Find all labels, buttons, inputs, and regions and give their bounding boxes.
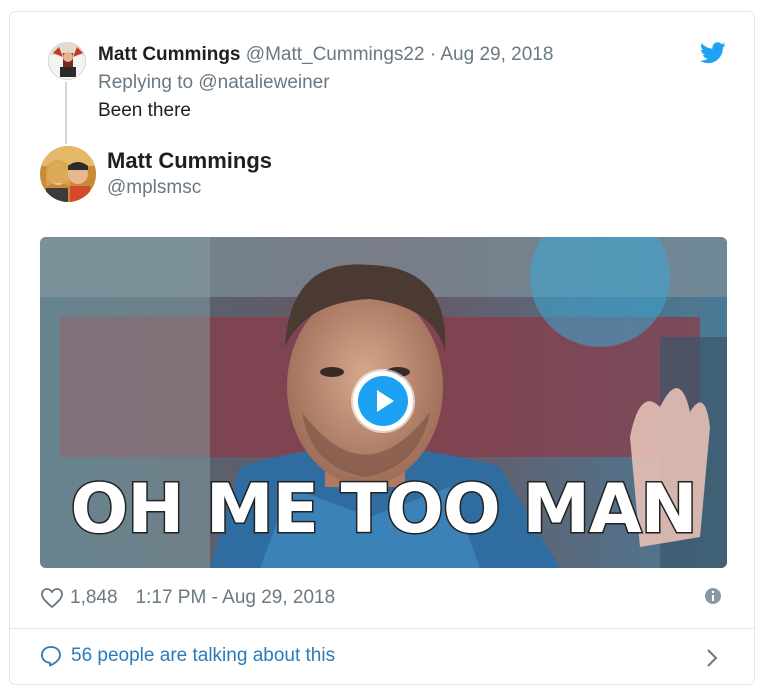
main-author-name[interactable]: Matt Cummings (107, 148, 272, 174)
meta-separator: · (429, 44, 437, 65)
like-count[interactable]: 1,848 (70, 587, 118, 609)
info-icon[interactable] (704, 587, 722, 605)
speech-bubble-icon (41, 646, 61, 667)
conversation-label[interactable]: 56 people are talking about this (71, 645, 335, 667)
play-button-circle (358, 376, 408, 426)
tweet-timestamp[interactable]: 1:17 PM - Aug 29, 2018 (136, 587, 336, 609)
twitter-bird-icon[interactable] (700, 42, 726, 64)
parent-tweet-date[interactable]: Aug 29, 2018 (440, 44, 553, 65)
parent-author-name[interactable]: Matt Cummings (98, 44, 241, 65)
parent-author-handle[interactable]: @Matt_Cummings22 (246, 44, 425, 65)
main-author-avatar[interactable] (40, 146, 96, 202)
parent-author-avatar[interactable] (48, 42, 86, 80)
main-author-handle[interactable]: @mplsmsc (107, 177, 201, 199)
chevron-right-icon[interactable] (704, 647, 720, 669)
parent-tweet-header: Matt Cummings @Matt_Cummings22 · Aug 29,… (98, 44, 553, 66)
footer-divider (10, 628, 754, 629)
replying-to-label[interactable]: Replying to @natalieweiner (98, 72, 330, 94)
tweet-footer: 1,848 1:17 PM - Aug 29, 2018 (40, 585, 335, 611)
play-button[interactable] (353, 371, 413, 431)
play-icon (377, 390, 394, 412)
gif-caption-text: OH ME TOO MAN (69, 469, 699, 551)
parent-tweet-text: Been there (98, 100, 191, 121)
conversation-link[interactable]: 56 people are talking about this (40, 645, 335, 667)
heart-icon[interactable] (40, 587, 64, 609)
thread-connector-line (65, 82, 67, 144)
